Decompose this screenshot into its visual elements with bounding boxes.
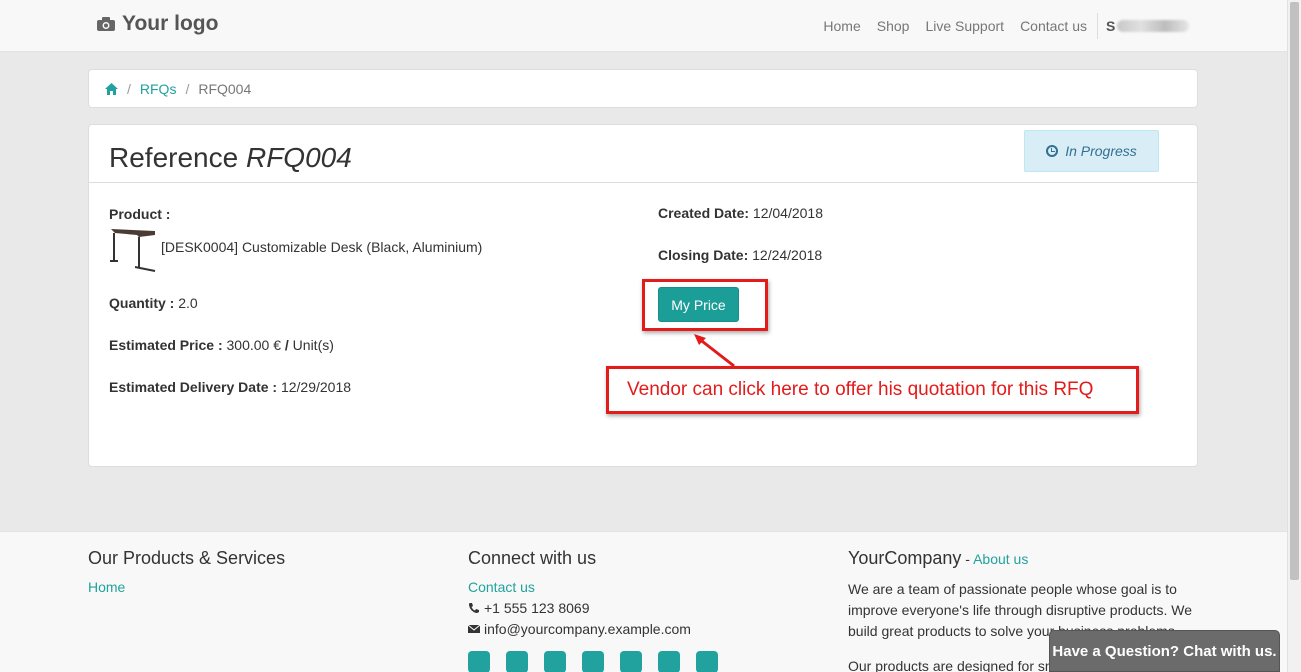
product-name: [DESK0004] Customizable Desk (Black, Alu… — [161, 239, 483, 255]
footer-products-column: Our Products & Services Home — [88, 548, 285, 600]
page-scrollbar[interactable] — [1287, 0, 1301, 672]
breadcrumb-separator: / — [185, 80, 190, 97]
estimated-price-field: Estimated Price : 300.00 € / Unit(s) — [109, 337, 334, 353]
created-date-field: Created Date: 12/04/2018 — [658, 205, 823, 221]
annotation-arrow — [694, 334, 735, 368]
footer-about-link[interactable]: About us — [973, 551, 1028, 567]
quantity-field: Quantity : 2.0 — [109, 295, 198, 311]
logo-text: Your logo — [122, 12, 219, 35]
footer-contact-link[interactable]: Contact us — [468, 579, 535, 595]
status-badge: In Progress — [1024, 130, 1159, 172]
instagram-icon[interactable] — [696, 651, 718, 672]
footer-connect-title: Connect with us — [468, 548, 597, 568]
chat-button[interactable]: Have a Question? Chat with us. — [1049, 630, 1280, 672]
social-icons — [468, 651, 718, 672]
scrollbar-thumb[interactable] — [1290, 2, 1299, 580]
footer-connect-column: Connect with us Contact us +1 555 123 80… — [468, 548, 718, 672]
product-image — [110, 229, 156, 272]
clock-icon — [1046, 145, 1059, 157]
facebook-icon[interactable] — [468, 651, 490, 672]
footer-company-title: YourCompany - About us — [848, 548, 1029, 568]
footer-products-title: Our Products & Services — [88, 548, 286, 568]
twitter-icon[interactable] — [506, 651, 528, 672]
envelope-icon — [468, 624, 480, 633]
user-name-blurred — [1117, 20, 1190, 32]
panel-header: Reference RFQ004 In Progress — [89, 125, 1197, 183]
breadcrumb-separator: / — [127, 80, 131, 97]
closing-date-field: Closing Date: 12/24/2018 — [658, 247, 823, 263]
annotation-highlight-box — [642, 279, 768, 331]
footer-phone: +1 555 123 8069 — [484, 600, 590, 616]
nav-contact-us[interactable]: Contact us — [1012, 18, 1095, 34]
footer-email: info@yourcompany.example.com — [484, 621, 691, 637]
user-initial: S — [1106, 18, 1116, 34]
nav-live-support[interactable]: Live Support — [917, 18, 1012, 34]
estimated-delivery-field: Estimated Delivery Date : 12/29/2018 — [109, 379, 352, 395]
footer-home-link[interactable]: Home — [88, 579, 125, 595]
title-reference: RFQ004 — [245, 142, 352, 173]
user-menu[interactable]: S — [1097, 13, 1193, 39]
google-plus-icon[interactable] — [620, 651, 642, 672]
breadcrumb-current: RFQ004 — [198, 80, 252, 97]
breadcrumb-rfqs[interactable]: RFQs — [140, 81, 177, 97]
breadcrumb: / RFQs / RFQ004 — [88, 69, 1198, 108]
status-label: In Progress — [1065, 143, 1137, 159]
github-icon[interactable] — [658, 651, 680, 672]
home-icon[interactable] — [105, 82, 118, 95]
linkedin-icon[interactable] — [544, 651, 566, 672]
nav-home[interactable]: Home — [815, 18, 868, 34]
page-title: Reference RFQ004 — [109, 142, 352, 174]
camera-icon — [97, 17, 115, 31]
logo[interactable]: Your logo — [96, 12, 218, 36]
youtube-icon[interactable] — [582, 651, 604, 672]
product-label: Product : — [109, 206, 171, 222]
top-navbar: Your logo Home Shop Live Support Contact… — [0, 0, 1287, 52]
title-prefix: Reference — [109, 142, 239, 173]
nav-shop[interactable]: Shop — [869, 18, 918, 34]
phone-icon — [469, 603, 479, 613]
annotation-callout: Vendor can click here to offer his quota… — [606, 366, 1139, 414]
